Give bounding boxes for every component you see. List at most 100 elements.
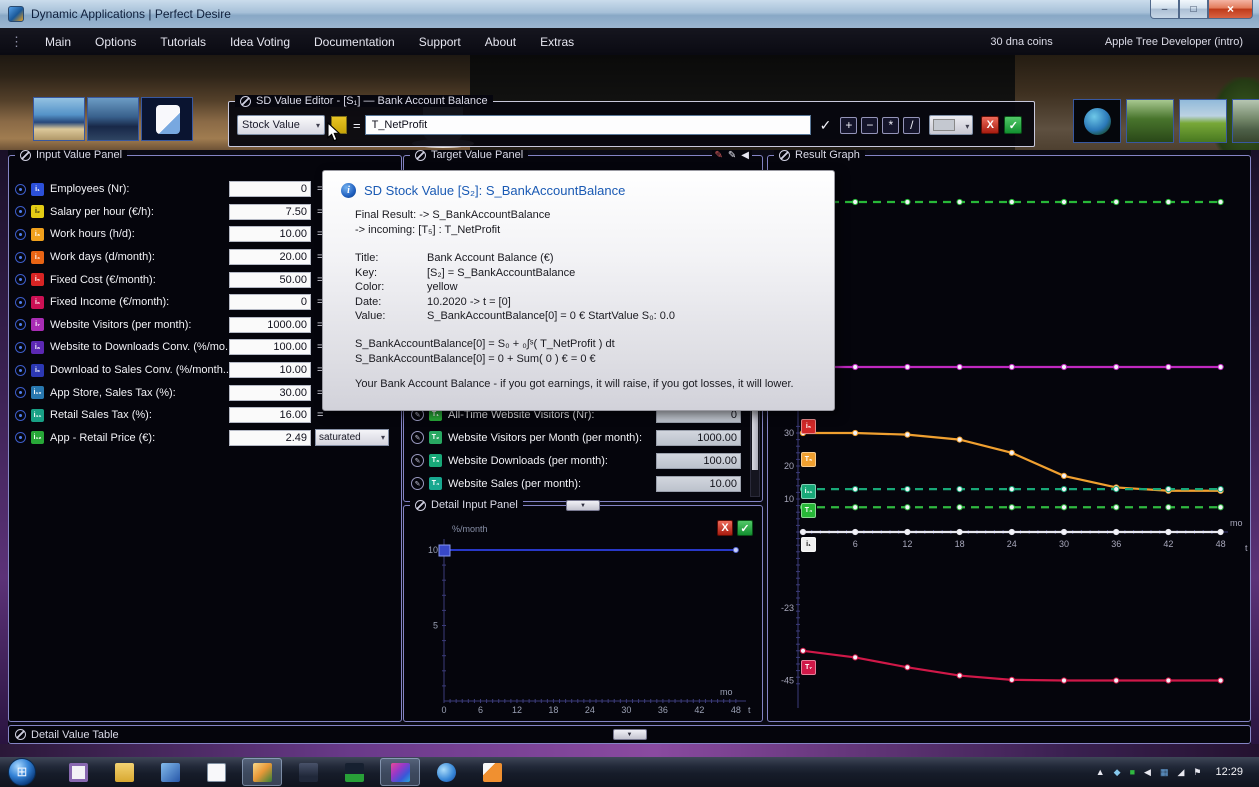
thumbnail-forest[interactable] (1126, 99, 1174, 143)
menu-item[interactable]: Support (407, 35, 473, 49)
series-marker (1113, 486, 1120, 493)
input-value-field[interactable] (229, 181, 311, 198)
edit-pen-icon[interactable] (411, 477, 424, 490)
radio-button[interactable] (15, 274, 26, 286)
input-value-field[interactable] (229, 226, 311, 243)
value-type-select[interactable]: Stock Value (237, 115, 325, 135)
menu-item[interactable]: Extras (528, 35, 586, 49)
series-legend-icon[interactable]: i₁ (801, 537, 816, 552)
formula-input[interactable] (364, 115, 811, 135)
input-value-field[interactable] (229, 429, 311, 446)
title-bar[interactable]: Dynamic Applications | Perfect Desire – … (0, 0, 1259, 28)
taskbar-button-window[interactable] (150, 758, 190, 786)
pen-icon[interactable]: ✎ (728, 150, 736, 162)
input-value-field[interactable] (229, 249, 311, 266)
taskbar-button-chart[interactable] (334, 758, 374, 786)
radio-button[interactable] (15, 183, 26, 195)
thumbnail-earth[interactable] (1073, 99, 1121, 143)
radio-button[interactable] (15, 319, 26, 331)
status-diamond-icon[interactable]: ◆ (1114, 767, 1121, 777)
equals-suffix: = (317, 409, 324, 422)
editor-ok-button[interactable]: ✓ (1004, 116, 1023, 134)
close-button[interactable]: × (1208, 0, 1253, 19)
input-value-field[interactable] (229, 384, 311, 401)
series-line (802, 649, 1221, 682)
thumbnail-ocean[interactable] (87, 97, 139, 141)
operator-button[interactable]: + (840, 116, 858, 134)
value-icon: i₁₀ (31, 386, 44, 400)
operator-button[interactable]: * (882, 116, 900, 134)
input-value-field[interactable] (229, 362, 311, 379)
display-icon[interactable]: ▦ (1160, 767, 1169, 777)
start-button[interactable] (8, 758, 36, 786)
input-value-field[interactable] (229, 203, 311, 220)
menu-item[interactable]: Main (33, 35, 83, 49)
radio-button[interactable] (15, 206, 26, 218)
tooltip-field-key: Date: (355, 295, 382, 308)
speaker-icon[interactable]: ◀ (741, 150, 749, 162)
radio-button[interactable] (15, 432, 26, 444)
taskbar-clock[interactable]: 12:29 (1201, 766, 1259, 778)
validate-check-icon[interactable]: ✓ (820, 117, 832, 134)
operator-button[interactable]: − (861, 116, 879, 134)
detail-ok-button[interactable]: ✓ (737, 520, 753, 536)
series-legend-icon[interactable]: T₄ (801, 503, 816, 518)
series-legend-icon[interactable]: i₅ (801, 419, 816, 434)
volume-icon[interactable]: ◀ (1144, 767, 1151, 777)
input-value-field[interactable] (229, 407, 311, 424)
taskbar-button-document[interactable] (196, 758, 236, 786)
radio-button[interactable] (15, 341, 26, 353)
menu-item[interactable]: Documentation (302, 35, 407, 49)
menu-item[interactable]: Idea Voting (218, 35, 302, 49)
svg-text:48: 48 (731, 705, 741, 715)
curve-type-select[interactable]: saturated (315, 429, 389, 447)
taskbar-button-browser[interactable] (426, 758, 466, 786)
maximize-button[interactable]: □ (1179, 0, 1208, 19)
menu-item[interactable]: Tutorials (148, 35, 218, 49)
series-legend-icon[interactable]: i₁₁ (801, 484, 816, 499)
model-thumbnails-right (1073, 99, 1259, 143)
menu-item[interactable]: Options (83, 35, 148, 49)
radio-button[interactable] (15, 364, 26, 376)
account-label[interactable]: Apple Tree Developer (intro) (1105, 36, 1243, 48)
minimize-button[interactable]: – (1150, 0, 1179, 19)
taskbar-button-folder[interactable] (104, 758, 144, 786)
thumbnail-bridge[interactable] (1232, 99, 1259, 143)
radio-button[interactable] (15, 251, 26, 263)
action-center-icon[interactable]: ⚑ (1193, 767, 1201, 777)
equals-sign: = (353, 117, 361, 133)
thumbnail-beach[interactable] (33, 97, 85, 141)
hidden-icons-icon[interactable]: ▲ (1096, 767, 1105, 777)
red-pen-icon[interactable]: ✎ (715, 150, 723, 162)
taskbar-button-sd-app[interactable] (380, 758, 420, 786)
editor-cancel-button[interactable]: X (981, 116, 1000, 134)
input-value-field[interactable] (229, 316, 311, 333)
color-select[interactable] (929, 115, 974, 135)
expand-table-button[interactable] (612, 729, 647, 740)
series-marker (1113, 504, 1120, 511)
collapse-panel-button[interactable] (566, 500, 600, 511)
radio-button[interactable] (15, 228, 26, 240)
status-stop-icon[interactable]: ■ (1130, 767, 1135, 777)
input-value-field[interactable] (229, 339, 311, 356)
input-value-field[interactable] (229, 294, 311, 311)
taskbar-button-pencil[interactable] (472, 758, 512, 786)
detail-input-chart[interactable]: 10 5 0 6 12 18 24 30 36 42 48 %/month mo t (404, 506, 762, 721)
input-value-field[interactable] (229, 271, 311, 288)
taskbar-button-presentation[interactable] (58, 758, 98, 786)
menu-item[interactable]: About (473, 35, 528, 49)
edit-pen-icon[interactable] (411, 431, 424, 444)
radio-button[interactable] (15, 296, 26, 308)
series-legend-icon[interactable]: T₅ (801, 452, 816, 467)
radio-button[interactable] (15, 409, 26, 421)
network-icon[interactable]: ◢ (1177, 767, 1184, 777)
thumbnail-field[interactable] (1179, 99, 1227, 143)
thumbnail-app-logo[interactable] (141, 97, 193, 141)
edit-pen-icon[interactable] (411, 454, 424, 467)
taskbar-button-image[interactable] (288, 758, 328, 786)
radio-button[interactable] (15, 387, 26, 399)
series-legend-icon[interactable]: T₇ (801, 660, 816, 675)
detail-cancel-button[interactable]: X (717, 520, 733, 536)
taskbar-button-photo-viewer[interactable] (242, 758, 282, 786)
operator-button[interactable]: / (903, 116, 921, 134)
